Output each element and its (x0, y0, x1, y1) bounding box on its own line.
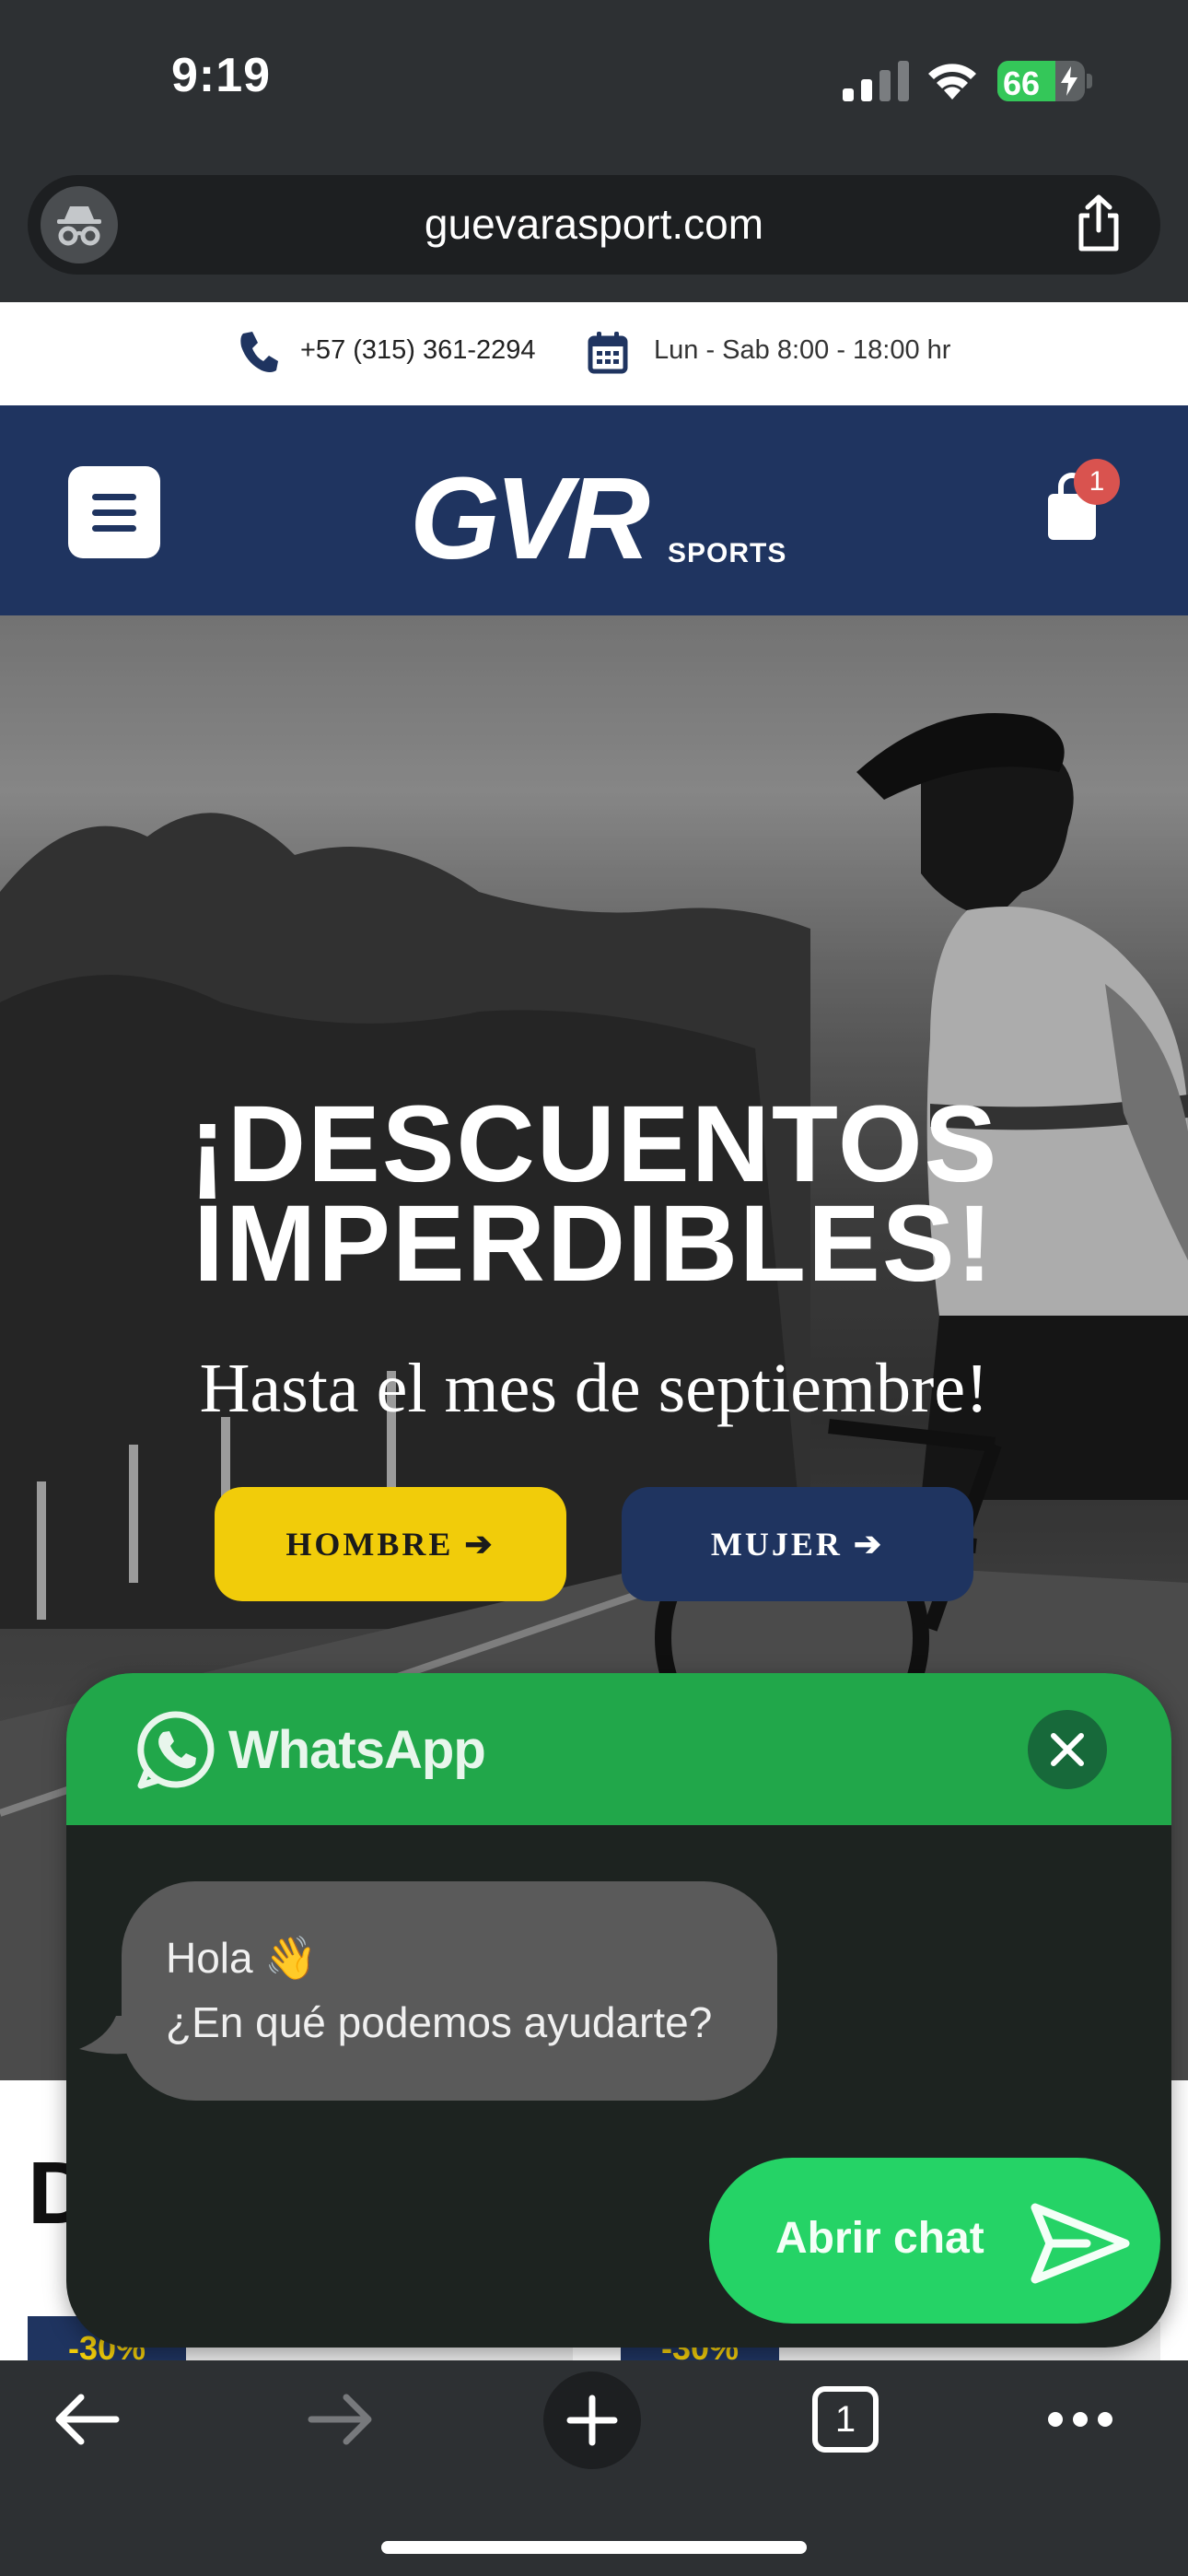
status-time: 9:19 (171, 49, 272, 102)
hombre-button-label: HOMBRE (285, 1526, 454, 1563)
browser-toolbar: 1 (0, 2360, 1188, 2576)
url-text: guevarasport.com (424, 200, 764, 248)
whatsapp-chat-widget: WhatsApp Hola 👋 ¿En qué podemos ayudarte… (66, 1673, 1171, 2348)
arrow-right-icon: ➔ (853, 1526, 885, 1563)
wifi-icon (928, 64, 976, 100)
share-icon[interactable] (1074, 193, 1124, 252)
battery-level: 66 (1003, 64, 1041, 101)
menu-line (92, 525, 136, 532)
battery-cap (1087, 74, 1092, 88)
chat-greeting: Hola 👋 (166, 1934, 318, 1982)
logo-main-text: GVR (410, 453, 650, 583)
hero-subtitle: Hasta el mes de septiembre! (199, 1350, 989, 1427)
hero-title: ¡DESCUENTOS IMPERDIBLES! (0, 1083, 1188, 1305)
address-bar[interactable]: guevarasport.com (28, 175, 1160, 275)
tabs-count-button[interactable]: 1 (812, 2386, 879, 2453)
open-chat-button[interactable]: Abrir chat (709, 2158, 1160, 2324)
phone-number-link[interactable]: +57 (315) 361-2294 (300, 335, 536, 366)
chat-message-bubble (122, 1881, 777, 2101)
hombre-button[interactable]: HOMBRE ➔ (215, 1487, 566, 1601)
hero-title-line2: IMPERDIBLES! (193, 1183, 995, 1305)
cart-count-badge: 1 (1074, 459, 1120, 505)
battery-icon: 66 (997, 61, 1085, 101)
status-bar: 9:19 66 (0, 0, 1188, 157)
logo-sub-text: SPORTS (668, 538, 787, 568)
new-tab-button[interactable] (543, 2371, 641, 2469)
business-hours: Lun - Sab 8:00 - 18:00 hr (654, 335, 951, 365)
gvr-sports-logo[interactable]: GVR SPORTS (410, 461, 786, 577)
hamburger-menu-button[interactable] (68, 466, 160, 558)
menu-line (92, 509, 136, 516)
hero-title-line1: ¡DESCUENTOS (189, 1083, 999, 1205)
back-arrow-icon[interactable] (53, 2392, 120, 2447)
open-chat-label: Abrir chat (775, 2214, 984, 2263)
site-header: GVR SPORTS (0, 405, 1188, 615)
phone-icon[interactable] (238, 330, 280, 374)
home-indicator[interactable] (381, 2541, 807, 2554)
whatsapp-title: WhatsApp (228, 1720, 486, 1780)
top-info-bar: +57 (315) 361-2294 Lun - Sab 8:00 - 18:0… (0, 302, 1188, 405)
close-icon (1051, 1733, 1084, 1766)
close-button[interactable] (1028, 1710, 1107, 1789)
calendar-icon (588, 332, 628, 374)
whatsapp-icon (137, 1711, 215, 1789)
plus-icon (566, 2395, 618, 2446)
menu-line (92, 494, 136, 500)
charging-bolt-icon (1061, 66, 1077, 96)
send-icon (1031, 2203, 1130, 2284)
cellular-signal-icon (843, 61, 909, 101)
whatsapp-header: WhatsApp (66, 1673, 1171, 1825)
mujer-button-label: MUJER (710, 1526, 843, 1563)
forward-arrow-icon[interactable] (308, 2392, 374, 2447)
more-options-icon[interactable] (1046, 2410, 1114, 2429)
arrow-right-icon: ➔ (464, 1526, 495, 1563)
chat-question: ¿En qué podemos ayudarte? (166, 1998, 713, 2046)
mujer-button[interactable]: MUJER ➔ (622, 1487, 973, 1601)
